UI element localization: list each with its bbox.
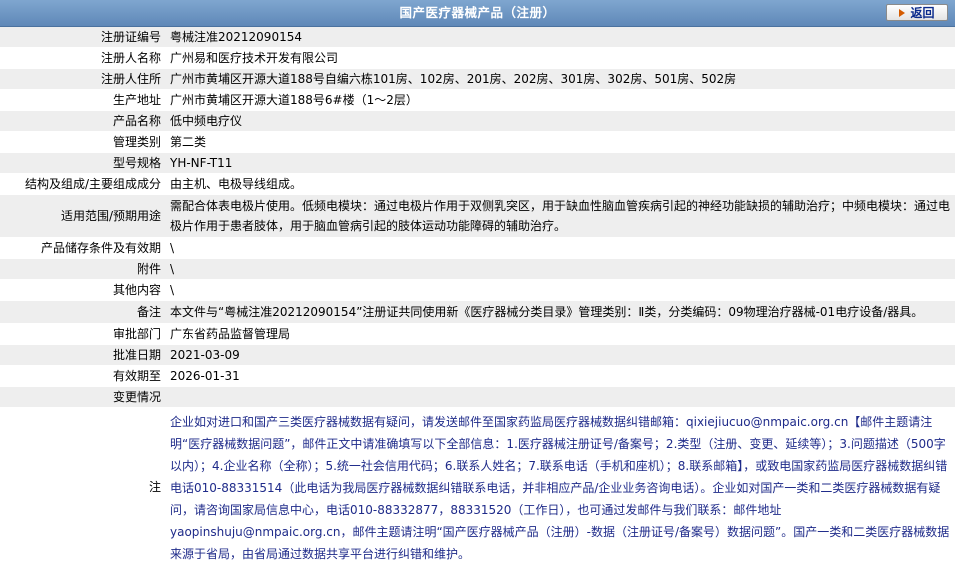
field-label-production-address: 生产地址 xyxy=(0,89,166,111)
field-label-registrant-name: 注册人名称 xyxy=(0,47,166,69)
field-value-other: \ xyxy=(166,279,955,301)
field-value-model: YH-NF-T11 xyxy=(166,152,955,174)
table-row: 注册人住所 广州市黄埔区开源大道188号自编六栋101房、102房、201房、20… xyxy=(0,68,955,90)
table-row: 适用范围/预期用途 需配合体表电极片使用。低频电模块：通过电极片作用于双侧乳突区，… xyxy=(0,194,955,238)
back-button[interactable]: 返回 xyxy=(886,4,948,21)
field-value-approval-date: 2021-03-09 xyxy=(166,344,955,366)
field-value-intended-use: 需配合体表电极片使用。低频电模块：通过电极片作用于双侧乳突区，用于缺血性脑血管疾… xyxy=(166,194,955,238)
field-label-remarks: 备注 xyxy=(0,300,166,324)
field-value-note: 企业如对进口和国产三类医疗器械数据有疑问，请发送邮件至国家药监局医疗器械数据纠错… xyxy=(166,407,955,566)
field-value-management-class: 第二类 xyxy=(166,131,955,153)
field-value-reg-no: 粤械注准20212090154 xyxy=(166,27,955,48)
field-label-registrant-address: 注册人住所 xyxy=(0,68,166,90)
field-label-approval-dept: 审批部门 xyxy=(0,323,166,345)
table-row: 型号规格 YH-NF-T11 xyxy=(0,152,955,174)
table-row: 产品储存条件及有效期 \ xyxy=(0,237,955,259)
field-value-changes xyxy=(166,386,955,408)
field-label-other: 其他内容 xyxy=(0,279,166,301)
arrow-right-icon xyxy=(899,8,906,17)
field-label-approval-date: 批准日期 xyxy=(0,344,166,366)
field-value-registrant-name: 广州易和医疗技术开发有限公司 xyxy=(166,47,955,69)
field-label-changes: 变更情况 xyxy=(0,386,166,408)
table-row: 生产地址 广州市黄埔区开源大道188号6#楼（1～2层） xyxy=(0,89,955,111)
field-value-product-name: 低中频电疗仪 xyxy=(166,110,955,132)
detail-table: 注册证编号 粤械注准20212090154 注册人名称 广州易和医疗技术开发有限公司… xyxy=(0,27,955,566)
table-row: 其他内容 \ xyxy=(0,279,955,301)
field-value-composition: 由主机、电极导线组成。 xyxy=(166,173,955,195)
table-row: 附件 \ xyxy=(0,258,955,280)
table-row: 变更情况 xyxy=(0,386,955,408)
field-label-reg-no: 注册证编号 xyxy=(0,27,166,48)
table-row: 结构及组成/主要组成成分 由主机、电极导线组成。 xyxy=(0,173,955,195)
field-label-note: 注 xyxy=(0,407,166,566)
field-label-composition: 结构及组成/主要组成成分 xyxy=(0,173,166,195)
field-value-production-address: 广州市黄埔区开源大道188号6#楼（1～2层） xyxy=(166,89,955,111)
table-row: 备注 本文件与“粤械注准20212090154”注册证共同使用新《医疗器械分类目录… xyxy=(0,300,955,324)
table-row: 注册证编号 粤械注准20212090154 xyxy=(0,27,955,48)
table-row: 注册人名称 广州易和医疗技术开发有限公司 xyxy=(0,47,955,69)
field-label-management-class: 管理类别 xyxy=(0,131,166,153)
table-row: 审批部门 广东省药品监督管理局 xyxy=(0,323,955,345)
field-value-approval-dept: 广东省药品监督管理局 xyxy=(166,323,955,345)
field-value-remarks: 本文件与“粤械注准20212090154”注册证共同使用新《医疗器械分类目录》管… xyxy=(166,300,955,324)
field-label-storage: 产品储存条件及有效期 xyxy=(0,237,166,259)
field-label-valid-until: 有效期至 xyxy=(0,365,166,387)
field-value-storage: \ xyxy=(166,237,955,259)
table-row: 产品名称 低中频电疗仪 xyxy=(0,110,955,132)
back-button-label: 返回 xyxy=(910,6,935,20)
title-bar: 国产医疗器械产品（注册） 返回 xyxy=(0,0,955,27)
field-label-attachment: 附件 xyxy=(0,258,166,280)
table-row: 有效期至 2026-01-31 xyxy=(0,365,955,387)
page: 国产医疗器械产品（注册） 返回 注册证编号 粤械注准20212090154 注册人… xyxy=(0,0,955,566)
field-value-valid-until: 2026-01-31 xyxy=(166,365,955,387)
field-label-product-name: 产品名称 xyxy=(0,110,166,132)
table-row: 批准日期 2021-03-09 xyxy=(0,344,955,366)
table-row: 注企业如对进口和国产三类医疗器械数据有疑问，请发送邮件至国家药监局医疗器械数据纠… xyxy=(0,407,955,566)
field-value-attachment: \ xyxy=(166,258,955,280)
field-label-intended-use: 适用范围/预期用途 xyxy=(0,194,166,238)
field-value-registrant-address: 广州市黄埔区开源大道188号自编六栋101房、102房、201房、202房、30… xyxy=(166,68,955,90)
page-title: 国产医疗器械产品（注册） xyxy=(399,5,556,20)
table-row: 管理类别 第二类 xyxy=(0,131,955,153)
field-label-model: 型号规格 xyxy=(0,152,166,174)
